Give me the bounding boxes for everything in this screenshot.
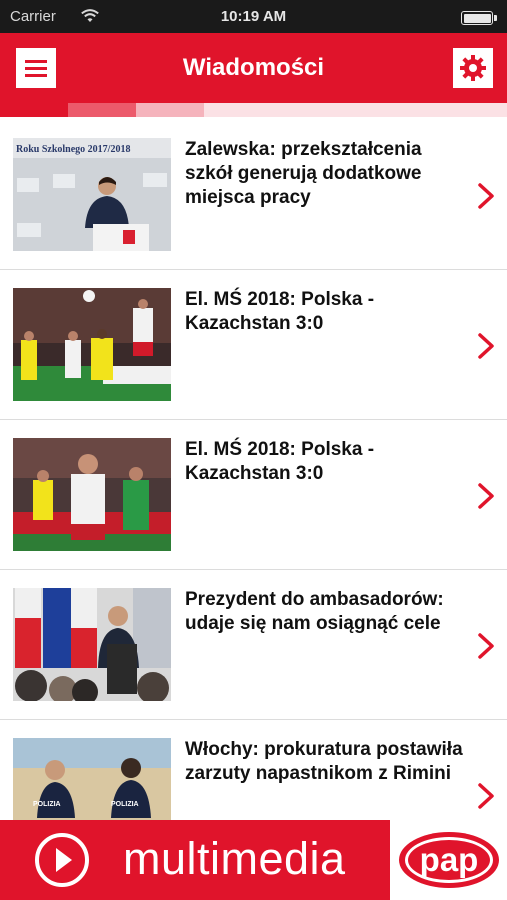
article-thumbnail: POLIZIA POLIZIA	[13, 738, 171, 820]
strip-segment-1	[0, 103, 68, 117]
strip-segment-2	[68, 103, 136, 117]
article-thumbnail	[13, 438, 171, 551]
article-thumbnail: Roku Szkolnego 2017/2018	[13, 138, 171, 251]
chevron-right-icon	[478, 183, 494, 209]
status-bar: Carrier 10:19 AM	[0, 0, 507, 33]
play-icon	[35, 833, 89, 887]
page-title: Wiadomości	[182, 54, 325, 81]
strip-segment-4	[204, 103, 507, 117]
article-headline: El. MŚ 2018: Polska - Kazachstan 3:0	[185, 289, 375, 334]
chevron-right-icon	[478, 633, 494, 659]
clock: 10:19 AM	[220, 8, 287, 25]
article-headline: Zalewska: przekształcenia szkół generują…	[185, 139, 422, 208]
chevron-right-icon	[478, 333, 494, 359]
chevron-right-icon	[478, 783, 494, 809]
article-thumbnail	[13, 588, 171, 701]
article-item[interactable]: Roku Szkolnego 2017/2018 Zalewska: przek…	[0, 120, 507, 270]
article-item[interactable]: Prezydent do ambasadorów: udaje się nam …	[0, 570, 507, 720]
nav-bar: Wiadomości	[0, 33, 507, 103]
banner-label: multimedia	[123, 833, 346, 884]
pap-logo-text: pap	[420, 841, 479, 878]
settings-button[interactable]	[453, 48, 493, 88]
multimedia-banner[interactable]: multimedia pap	[0, 820, 507, 900]
section-strip	[0, 103, 507, 117]
gear-icon	[460, 55, 486, 81]
menu-button[interactable]	[16, 48, 56, 88]
thumb-caption: Roku Szkolnego 2017/2018	[16, 144, 130, 155]
article-thumbnail	[13, 288, 171, 401]
pap-logo-icon: pap	[399, 832, 499, 888]
pap-logo[interactable]: pap	[388, 820, 507, 900]
article-item[interactable]: El. MŚ 2018: Polska - Kazachstan 3:0	[0, 270, 507, 420]
thumb-caption: POLIZIA	[33, 801, 61, 808]
article-headline: El. MŚ 2018: Polska - Kazachstan 3:0	[185, 439, 375, 484]
battery-icon	[461, 11, 497, 25]
chevron-right-icon	[478, 483, 494, 509]
strip-segment-3	[136, 103, 204, 117]
article-item[interactable]: POLIZIA POLIZIA Włochy: prokuratura post…	[0, 720, 507, 820]
article-list[interactable]: Roku Szkolnego 2017/2018 Zalewska: przek…	[0, 117, 507, 820]
article-item[interactable]: El. MŚ 2018: Polska - Kazachstan 3:0	[0, 420, 507, 570]
thumb-caption: POLIZIA	[111, 801, 139, 808]
article-headline: Włochy: prokuratura postawiła zarzuty na…	[185, 739, 463, 784]
article-headline: Prezydent do ambasadorów: udaje się nam …	[185, 589, 444, 634]
